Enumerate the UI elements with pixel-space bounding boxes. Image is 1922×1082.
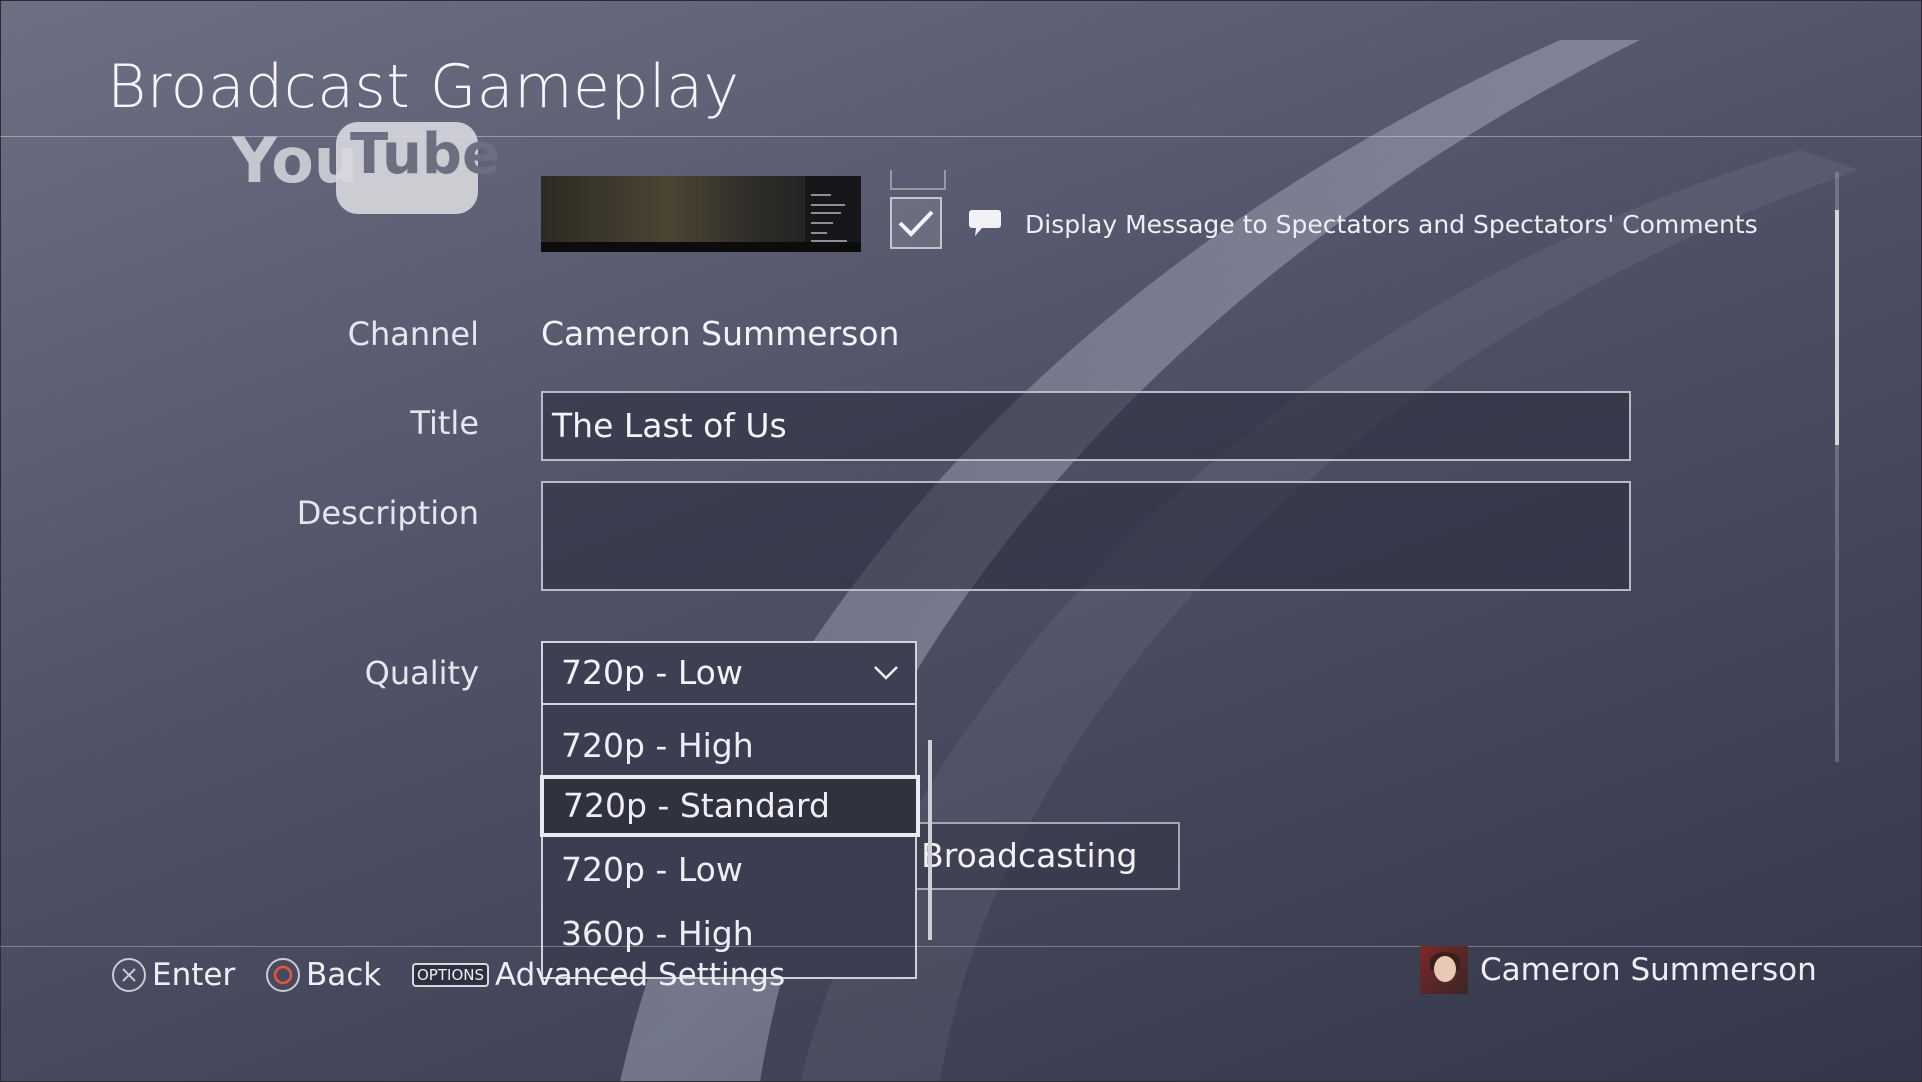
quality-label: Quality (364, 654, 479, 692)
back-hint: Back (266, 955, 381, 995)
enter-label: Enter (152, 957, 236, 993)
avatar (1420, 946, 1468, 994)
comments-option-label: Display Message to Spectators and Specta… (1025, 210, 1758, 239)
description-field[interactable] (541, 481, 1631, 591)
user-name: Cameron Summerson (1480, 952, 1817, 988)
description-label: Description (296, 494, 479, 532)
previous-checkbox-edge (890, 170, 946, 190)
speech-bubble-icon (969, 210, 1001, 236)
cross-button-icon (112, 958, 146, 992)
comments-checkbox[interactable] (890, 197, 942, 249)
page-title: Broadcast Gameplay (107, 52, 740, 122)
quality-option-720p-high[interactable]: 720p - High (543, 715, 915, 777)
checkmark-icon (898, 210, 934, 237)
quality-select-value: 720p - Low (561, 653, 743, 692)
options-button-icon: OPTIONS (412, 963, 489, 987)
quality-dropdown-list: 720p - High 720p - Standard 720p - Low 3… (540, 705, 920, 979)
footer-divider (0, 946, 1922, 947)
youtube-logo-tube: Tube (336, 122, 500, 214)
title-label: Title (410, 404, 479, 442)
chevron-down-icon (874, 666, 898, 680)
gameplay-preview-thumbnail (541, 176, 861, 252)
title-field[interactable]: The Last of Us (541, 391, 1631, 461)
advanced-settings-label: Advanced Settings (495, 957, 786, 993)
quality-option-720p-standard[interactable]: 720p - Standard (540, 775, 920, 837)
enter-hint: Enter (112, 955, 235, 995)
quality-option-720p-low[interactable]: 720p - Low (543, 839, 915, 901)
circle-button-icon (266, 958, 300, 992)
user-badge: Cameron Summerson (1420, 946, 1817, 994)
page-scrollbar-thumb[interactable] (1835, 210, 1839, 445)
channel-label: Channel (347, 315, 479, 353)
youtube-logo: You Tube (232, 122, 500, 214)
quality-select[interactable]: 720p - Low (541, 641, 917, 705)
preview-comments-panel (805, 176, 861, 252)
dropdown-scrollbar[interactable] (928, 740, 932, 940)
channel-value: Cameron Summerson (541, 314, 900, 353)
advanced-settings-hint: OPTIONS Advanced Settings (412, 955, 785, 995)
back-label: Back (306, 957, 382, 993)
